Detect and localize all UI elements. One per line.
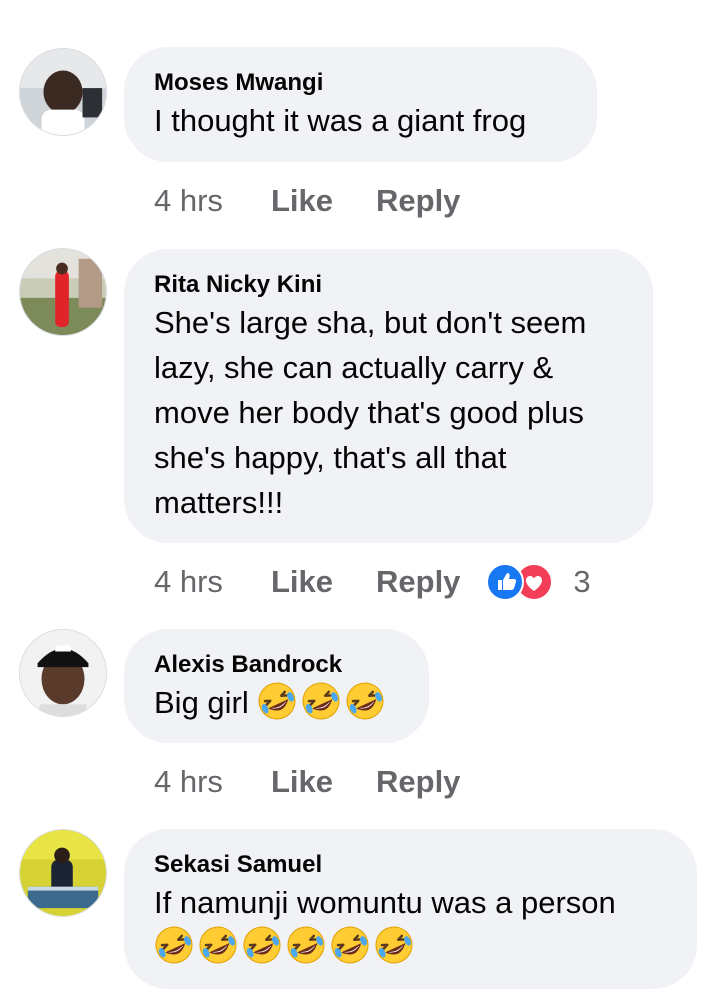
avatar-image: [20, 249, 106, 335]
reaction-count: 3: [573, 564, 591, 599]
comment-actions: 4 hrs Like Reply: [154, 181, 460, 221]
reply-button[interactable]: Reply: [376, 764, 460, 800]
comment-author[interactable]: Alexis Bandrock: [154, 651, 399, 679]
like-button[interactable]: Like: [271, 564, 376, 600]
rolling-on-floor-laughing-icon: [286, 925, 326, 965]
comment-actions: 4 hrs Like Reply 3: [154, 562, 591, 602]
reaction-summary[interactable]: 3: [486, 563, 591, 601]
comment-text-line: move her body that's good plus: [154, 395, 584, 430]
rolling-on-floor-laughing-icon: [374, 925, 414, 965]
comment-text: Big girl: [154, 680, 399, 725]
rolling-on-floor-laughing-icon: [242, 925, 282, 965]
rolling-on-floor-laughing-icon: [198, 925, 238, 965]
comment-bubble: Alexis Bandrock Big girl: [124, 629, 429, 743]
comment-text-line: She's large sha, but don't seem: [154, 305, 587, 340]
comment-text-content: Big girl: [154, 685, 249, 720]
comment-timestamp[interactable]: 4 hrs: [154, 564, 271, 600]
rolling-on-floor-laughing-icon: [345, 681, 385, 721]
rolling-on-floor-laughing-icon: [257, 681, 297, 721]
comment-text: If namunji womuntu was a person: [154, 885, 616, 920]
comment-author[interactable]: Rita Nicky Kini: [154, 271, 623, 299]
avatar-moses-mwangi[interactable]: [19, 48, 107, 136]
comment-bubble: Sekasi Samuel If namunji womuntu was a p…: [124, 829, 697, 989]
reply-button[interactable]: Reply: [376, 564, 460, 600]
like-button[interactable]: Like: [271, 183, 376, 219]
comment-bubble: Moses Mwangi I thought it was a giant fr…: [124, 47, 597, 162]
avatar-image: [20, 830, 106, 916]
comment-timestamp[interactable]: 4 hrs: [154, 183, 271, 219]
avatar-image: [20, 49, 106, 135]
rolling-on-floor-laughing-icon: [154, 925, 194, 965]
comment-bubble: Rita Nicky Kini She's large sha, but don…: [124, 249, 653, 543]
comment-text: She's large sha, but don't seem lazy, sh…: [154, 300, 623, 525]
reply-button[interactable]: Reply: [376, 183, 460, 219]
emoji-group: [257, 682, 389, 720]
comment-text-line: lazy, she can actually carry &: [154, 350, 554, 385]
comment-timestamp[interactable]: 4 hrs: [154, 764, 271, 800]
avatar-image: [20, 630, 106, 716]
comment-author[interactable]: Moses Mwangi: [154, 69, 567, 97]
avatar-alexis-bandrock[interactable]: [19, 629, 107, 717]
comment-actions: 4 hrs Like Reply: [154, 762, 460, 802]
avatar-rita-nicky-kini[interactable]: [19, 248, 107, 336]
avatar-sekasi-samuel[interactable]: [19, 829, 107, 917]
comment-text-line: she's happy, that's all that: [154, 440, 507, 475]
comment-text-line: matters!!!: [154, 485, 284, 520]
emoji-group: [154, 925, 667, 969]
comment-text: I thought it was a giant frog: [154, 103, 527, 138]
like-reaction-icon: [486, 563, 525, 601]
rolling-on-floor-laughing-icon: [330, 925, 370, 965]
like-button[interactable]: Like: [271, 764, 376, 800]
rolling-on-floor-laughing-icon: [301, 681, 341, 721]
comment-author[interactable]: Sekasi Samuel: [154, 851, 667, 879]
